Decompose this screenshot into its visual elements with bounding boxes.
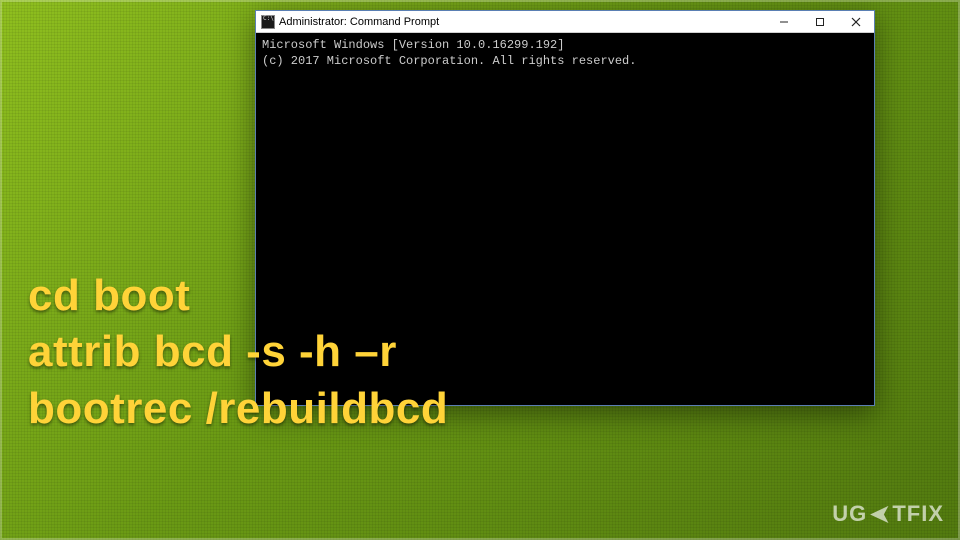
cmd-icon	[261, 15, 275, 29]
window-titlebar[interactable]: Administrator: Command Prompt	[256, 11, 874, 33]
overlay-cmd-3: bootrec /rebuildbcd	[28, 381, 448, 437]
minimize-icon	[779, 17, 789, 27]
minimize-button[interactable]	[766, 11, 802, 32]
watermark-part2: TFIX	[892, 501, 944, 527]
maximize-icon	[815, 17, 825, 27]
window-title: Administrator: Command Prompt	[279, 16, 439, 28]
watermark-part1: UG	[832, 501, 867, 527]
maximize-button[interactable]	[802, 11, 838, 32]
overlay-cmd-2: attrib bcd -s -h –r	[28, 324, 448, 380]
watermark-logo: UG➤TFIX	[832, 499, 944, 528]
console-line-version: Microsoft Windows [Version 10.0.16299.19…	[262, 38, 564, 52]
close-icon	[851, 17, 861, 27]
overlay-cmd-1: cd boot	[28, 268, 448, 324]
overlay-command-text: cd boot attrib bcd -s -h –r bootrec /reb…	[28, 268, 448, 437]
window-controls	[766, 11, 874, 32]
console-line-copyright: (c) 2017 Microsoft Corporation. All righ…	[262, 54, 636, 68]
close-button[interactable]	[838, 11, 874, 32]
arrow-icon: ➤	[869, 500, 890, 529]
